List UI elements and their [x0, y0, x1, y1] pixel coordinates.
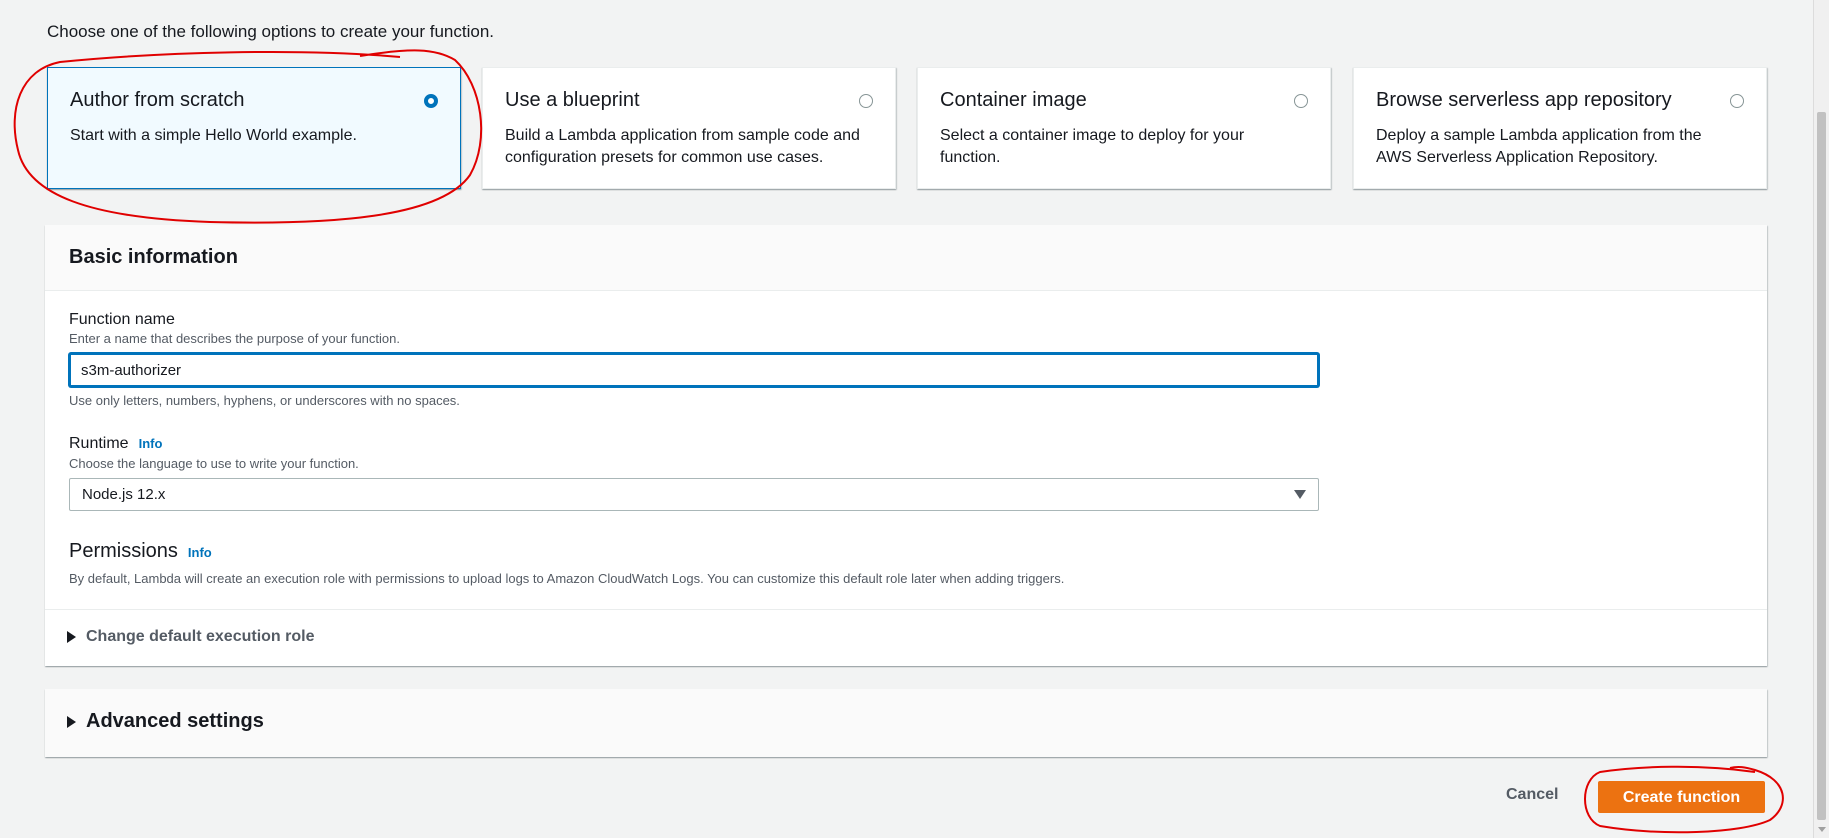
option-description: Select a container image to deploy for y…: [940, 127, 1245, 166]
function-name-description: Enter a name that describes the purpose …: [69, 331, 400, 346]
runtime-info-link[interactable]: Info: [139, 436, 163, 451]
basic-information-panel: Basic information Function name Enter a …: [45, 225, 1767, 666]
advanced-settings-expander[interactable]: Advanced settings: [67, 710, 264, 733]
option-description: Build a Lambda application from sample c…: [505, 127, 860, 166]
runtime-select[interactable]: Node.js 12.x: [69, 478, 1319, 511]
radio-empty-icon[interactable]: [859, 94, 873, 108]
option-use-blueprint[interactable]: Use a blueprint Build a Lambda applicati…: [482, 67, 896, 189]
option-browse-serverless-repo[interactable]: Browse serverless app repository Deploy …: [1353, 67, 1767, 189]
scroll-down-arrow-icon[interactable]: [1818, 827, 1826, 832]
permissions-info-link[interactable]: Info: [188, 545, 212, 560]
caret-right-icon: [67, 715, 76, 728]
caret-right-icon: [67, 631, 76, 643]
radio-empty-icon[interactable]: [1730, 94, 1744, 108]
function-name-hint: Use only letters, numbers, hyphens, or u…: [69, 393, 460, 408]
panel-header: Basic information: [45, 225, 1767, 291]
scrollbar-thumb[interactable]: [1817, 112, 1826, 820]
function-name-label: Function name: [69, 311, 175, 328]
expander-label: Change default execution role: [86, 628, 315, 645]
intro-text: Choose one of the following options to c…: [47, 22, 495, 41]
vertical-scrollbar[interactable]: [1813, 0, 1829, 838]
lambda-create-function-page: Choose one of the following options to c…: [0, 0, 1829, 838]
caret-down-icon: [1294, 490, 1306, 499]
panel-title: Basic information: [69, 246, 238, 268]
option-title: Browse serverless app repository: [1376, 89, 1672, 111]
advanced-settings-panel: Advanced settings: [45, 689, 1767, 757]
option-title: Container image: [940, 89, 1087, 111]
radio-empty-icon[interactable]: [1294, 94, 1308, 108]
divider: [45, 609, 1767, 610]
runtime-label: Runtime Info: [69, 435, 162, 453]
function-name-input[interactable]: [69, 353, 1319, 387]
runtime-selected-value: Node.js 12.x: [82, 486, 166, 503]
expander-label: Advanced settings: [86, 710, 264, 732]
option-container-image[interactable]: Container image Select a container image…: [917, 67, 1331, 189]
permissions-description: By default, Lambda will create an execut…: [69, 571, 1065, 586]
runtime-label-text: Runtime: [69, 435, 129, 452]
permissions-label: Permissions Info: [69, 540, 212, 563]
change-default-execution-role-expander[interactable]: Change default execution role: [67, 628, 314, 646]
radio-selected-icon[interactable]: [424, 94, 438, 108]
create-function-button[interactable]: Create function: [1598, 781, 1765, 813]
runtime-description: Choose the language to use to write your…: [69, 456, 359, 471]
option-title: Author from scratch: [70, 89, 245, 111]
cancel-button[interactable]: Cancel: [1506, 786, 1558, 804]
permissions-label-text: Permissions: [69, 540, 178, 562]
option-title: Use a blueprint: [505, 89, 640, 111]
option-description: Start with a simple Hello World example.: [70, 127, 357, 144]
option-description: Deploy a sample Lambda application from …: [1376, 127, 1702, 166]
option-author-from-scratch[interactable]: Author from scratch Start with a simple …: [47, 67, 461, 189]
